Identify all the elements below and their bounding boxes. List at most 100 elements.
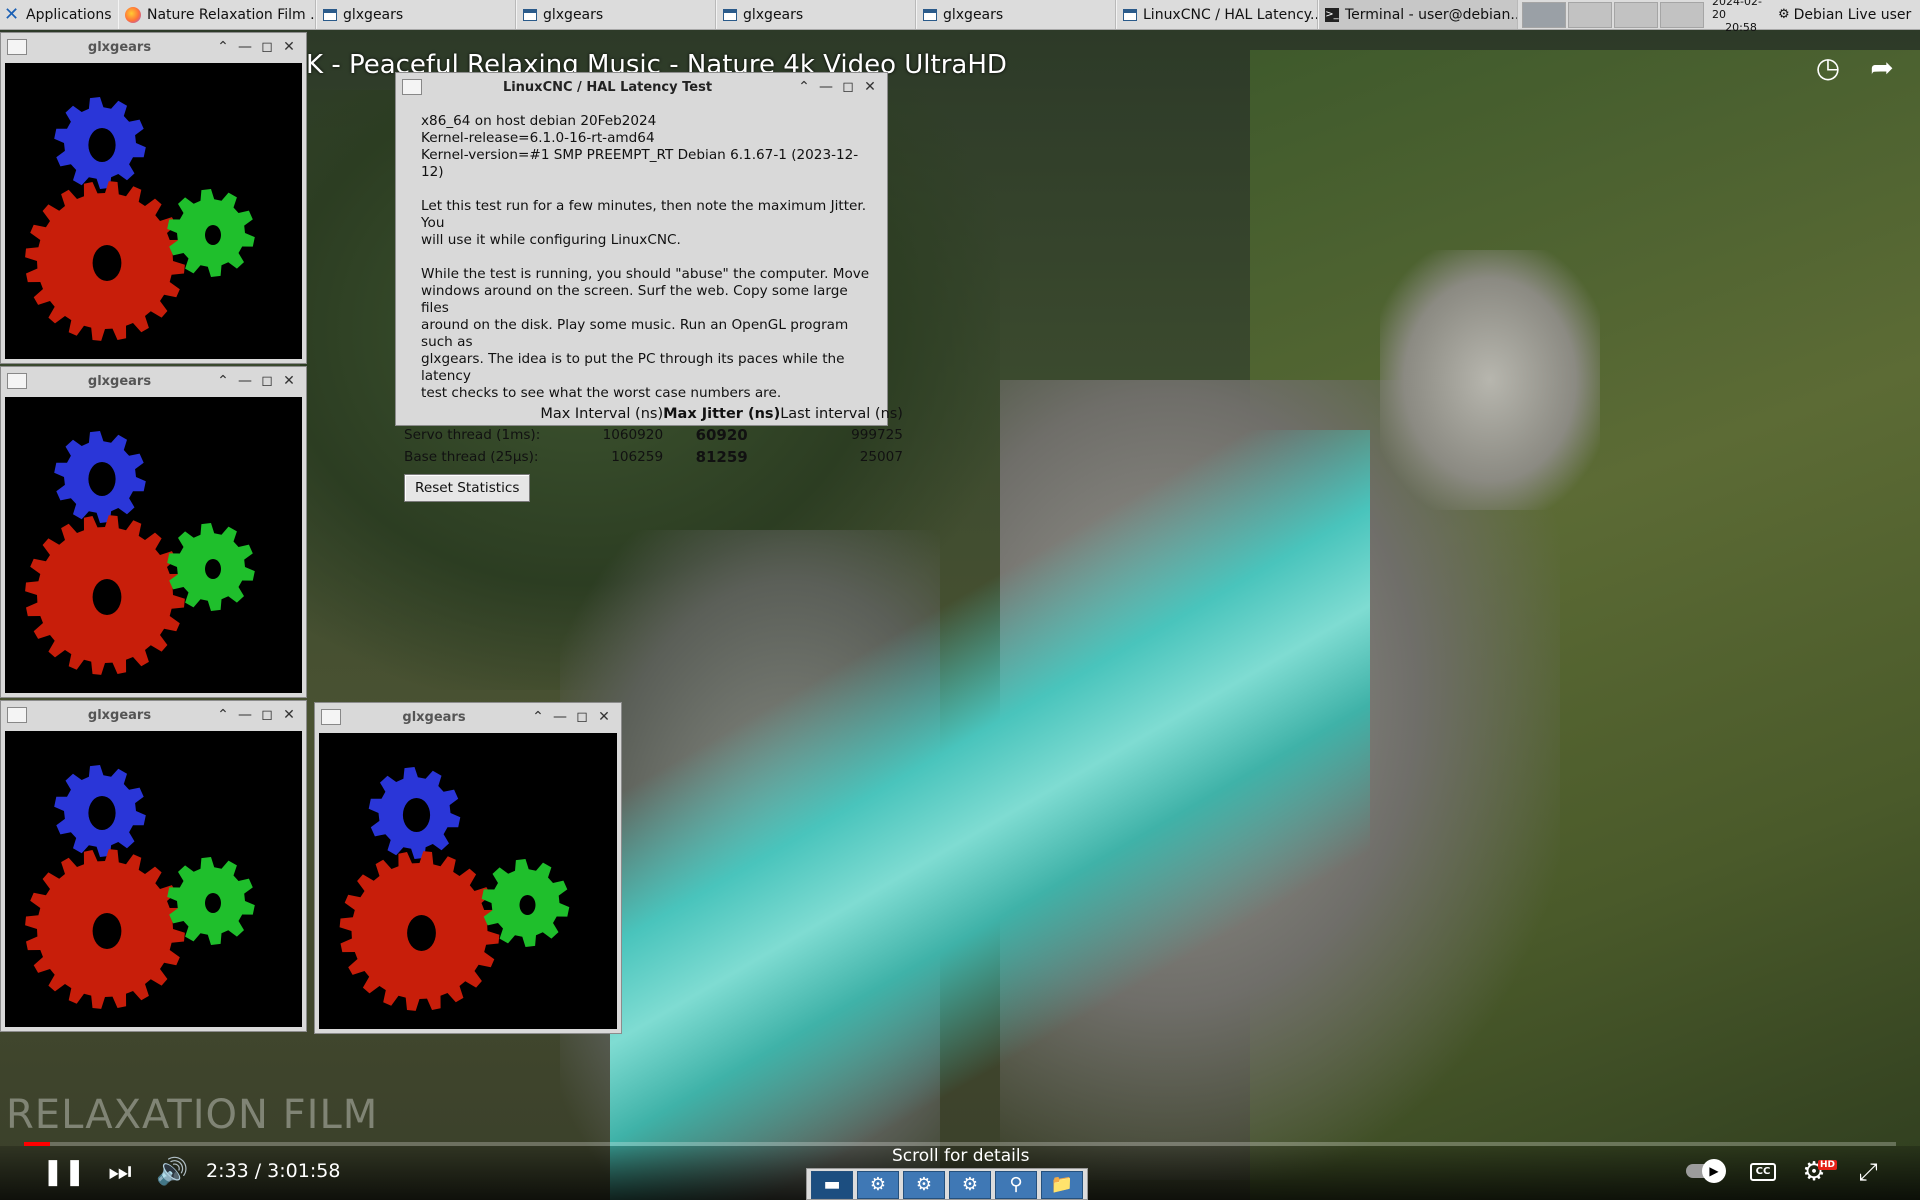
close-button[interactable]: ✕	[278, 39, 300, 55]
gears-canvas[interactable]	[5, 397, 302, 693]
workspace-3[interactable]	[1614, 1, 1658, 28]
gears-icon	[25, 97, 259, 345]
window-menu-button[interactable]	[7, 707, 27, 723]
maximize-button[interactable]: ◻	[256, 39, 278, 55]
share-icon[interactable]: ➦	[1866, 52, 1898, 84]
maximize-button[interactable]: ◻	[256, 373, 278, 389]
minimize-button[interactable]: —	[815, 79, 837, 95]
instructions-text: Let this test run for a few minutes, the…	[421, 198, 867, 248]
settings-gear-icon[interactable]: ⚙	[857, 1171, 899, 1199]
river	[610, 430, 1370, 1200]
gears-canvas[interactable]	[319, 733, 617, 1029]
taskbar-item-glxgears[interactable]: glxgears	[716, 0, 916, 29]
abuse-text: While the test is running, you should "a…	[421, 266, 870, 401]
green-gear-hole	[205, 559, 221, 579]
column-header: Max Jitter (ns)	[663, 406, 781, 422]
captions-button[interactable]: CC	[1750, 1163, 1776, 1181]
max-interval-value: 1060920	[602, 427, 664, 443]
window-title: LinuxCNC / HAL Latency Test	[502, 79, 713, 95]
maximize-button[interactable]: ◻	[837, 79, 859, 95]
last-interval-value: 25007	[859, 449, 903, 465]
window-title: glxgears	[402, 709, 466, 725]
minimize-button[interactable]: —	[234, 707, 256, 723]
window-titlebar[interactable]: glxgears ⌃ — ◻ ✕	[1, 33, 306, 61]
applications-menu[interactable]: Applications	[0, 0, 118, 29]
taskbar-item-terminal[interactable]: >_ Terminal - user@debian...	[1318, 0, 1518, 29]
window-icon	[923, 8, 937, 21]
maximize-button[interactable]: ◻	[256, 707, 278, 723]
latency-test-window[interactable]: LinuxCNC / HAL Latency Test ⌃ — ◻ ✕ x86_…	[395, 72, 903, 502]
gears-icon	[339, 767, 574, 1015]
window-titlebar[interactable]: glxgears ⌃ — ◻ ✕	[1, 367, 306, 395]
row-label: Servo thread (1ms):	[404, 427, 541, 443]
max-jitter-value: 81259	[695, 448, 748, 466]
column-header: Max Interval (ns)	[540, 406, 664, 422]
glxgears-window[interactable]: glxgears ⌃ — ◻ ✕	[0, 366, 307, 698]
row-label: Base thread (25µs):	[404, 449, 539, 465]
window-titlebar[interactable]: LinuxCNC / HAL Latency Test ⌃ — ◻ ✕	[396, 73, 887, 101]
firefox-icon	[125, 6, 141, 23]
user-menu[interactable]: ⚙ Debian Live user	[1774, 0, 1915, 29]
maximize-button[interactable]: ◻	[571, 709, 593, 725]
show-desktop-icon[interactable]: ▬	[811, 1171, 853, 1199]
next-icon[interactable]: ⏭	[104, 1156, 136, 1188]
minimize-button[interactable]: —	[549, 709, 571, 725]
reset-statistics-button[interactable]: Reset Statistics	[404, 474, 531, 502]
glxgears-window[interactable]: glxgears ⌃ — ◻ ✕	[0, 32, 307, 364]
cliff-rock	[1380, 250, 1600, 510]
window-menu-button[interactable]	[7, 373, 27, 389]
window-menu-button[interactable]	[7, 39, 27, 55]
time-display: 2:33 / 3:01:58	[206, 1160, 340, 1182]
taskbar-item-browser[interactable]: Nature Relaxation Film ...	[118, 0, 316, 29]
workspace-2[interactable]	[1568, 1, 1612, 28]
watch-later-icon[interactable]: ◷	[1812, 52, 1844, 84]
user-icon: ⚙	[1778, 7, 1790, 22]
close-button[interactable]: ✕	[278, 373, 300, 389]
settings-gear-icon[interactable]: ⚙	[903, 1171, 945, 1199]
red-gear-hole	[92, 245, 122, 281]
folder-icon[interactable]: 📁	[1041, 1171, 1083, 1199]
shade-button[interactable]: ⌃	[527, 709, 549, 725]
minimize-button[interactable]: —	[234, 39, 256, 55]
volume-icon[interactable]: 🔊	[156, 1156, 188, 1188]
window-menu-button[interactable]	[402, 79, 422, 95]
green-gear-hole	[519, 895, 536, 915]
system-info: x86_64 on host debian 20Feb2024 Kernel-r…	[421, 113, 859, 180]
clock[interactable]: 2024-02-20 20:58	[1708, 0, 1774, 34]
shade-button[interactable]: ⌃	[212, 39, 234, 55]
shade-button[interactable]: ⌃	[212, 707, 234, 723]
gears-canvas[interactable]	[5, 63, 302, 359]
settings-gear-icon[interactable]: ⚙	[949, 1171, 991, 1199]
play-icon: ▶	[1702, 1159, 1726, 1183]
window-titlebar[interactable]: glxgears ⌃ — ◻ ✕	[1, 701, 306, 729]
table-row: Servo thread (1ms): 1060920 60920 999725	[404, 424, 903, 446]
applications-label: Applications	[26, 6, 112, 23]
window-icon	[323, 8, 337, 21]
close-button[interactable]: ✕	[278, 707, 300, 723]
window-menu-button[interactable]	[321, 709, 341, 725]
taskbar-item-glxgears[interactable]: glxgears	[916, 0, 1116, 29]
close-button[interactable]: ✕	[859, 79, 881, 95]
exit-fullscreen-icon[interactable]: ⤢	[1852, 1156, 1884, 1188]
gears-canvas[interactable]	[5, 731, 302, 1027]
glxgears-window[interactable]: glxgears ⌃ — ◻ ✕	[314, 702, 622, 1034]
shade-button[interactable]: ⌃	[793, 79, 815, 95]
taskbar-item-glxgears[interactable]: glxgears	[316, 0, 516, 29]
search-icon[interactable]: ⚲	[995, 1171, 1037, 1199]
taskbar-item-latency[interactable]: LinuxCNC / HAL Latency...	[1116, 0, 1318, 29]
minimize-button[interactable]: —	[234, 373, 256, 389]
shade-button[interactable]: ⌃	[212, 373, 234, 389]
window-titlebar[interactable]: glxgears ⌃ — ◻ ✕	[315, 703, 621, 731]
close-button[interactable]: ✕	[593, 709, 615, 725]
autoplay-toggle[interactable]: ▶	[1686, 1159, 1726, 1183]
red-gear-hole	[407, 915, 436, 951]
workspace-4[interactable]	[1660, 1, 1704, 28]
glxgears-window[interactable]: glxgears ⌃ — ◻ ✕	[0, 700, 307, 1032]
taskbar: Applications Nature Relaxation Film ... …	[0, 0, 1920, 34]
taskbar-item-glxgears[interactable]: glxgears	[516, 0, 716, 29]
window-title: glxgears	[87, 39, 152, 55]
pause-icon[interactable]: ❚❚	[42, 1156, 86, 1188]
blue-gear-hole	[88, 796, 116, 830]
latency-body: x86_64 on host debian 20Feb2024 Kernel-r…	[396, 101, 903, 502]
workspace-1[interactable]	[1522, 1, 1566, 28]
